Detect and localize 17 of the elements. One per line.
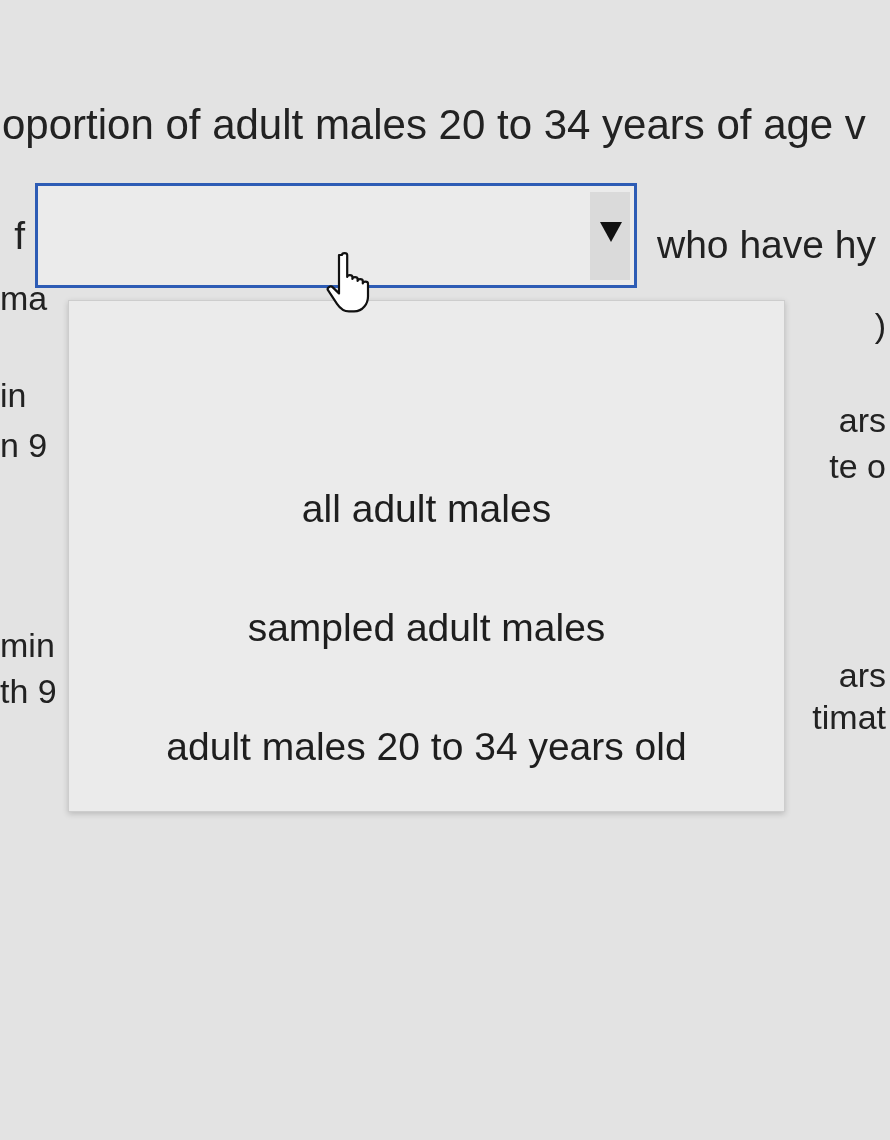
partial-text: te o bbox=[829, 446, 886, 487]
partial-text: ma bbox=[0, 280, 48, 316]
sentence-text: who have hy bbox=[657, 221, 876, 268]
dropdown-option[interactable]: sampled adult males bbox=[235, 603, 618, 653]
dropdown-option[interactable]: all adult males bbox=[289, 484, 564, 534]
partial-text: n 9 bbox=[0, 425, 48, 466]
sentence-text: f bbox=[13, 212, 26, 259]
question-text: oportion of adult males 20 to 34 years of age v bbox=[2, 100, 867, 150]
partial-text: ) bbox=[874, 307, 886, 343]
partial-text: in bbox=[0, 375, 27, 416]
partial-text: timat bbox=[812, 697, 886, 738]
partial-text: th 9 bbox=[0, 671, 57, 712]
dropdown-option[interactable]: adult males 20 to 34 years old bbox=[154, 722, 699, 772]
partial-text: ars bbox=[838, 400, 886, 441]
partial-text: min bbox=[0, 625, 55, 666]
dropdown-select[interactable] bbox=[35, 183, 637, 288]
partial-text: ars bbox=[838, 655, 886, 696]
